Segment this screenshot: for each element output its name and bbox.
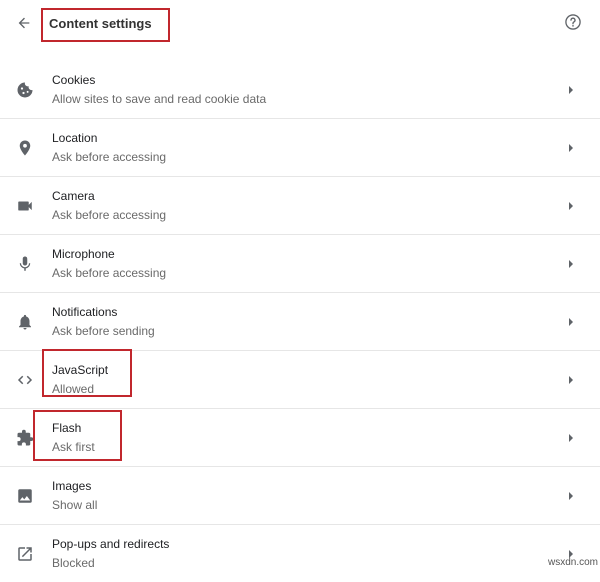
page-header: Content settings xyxy=(0,0,600,60)
help-button[interactable] xyxy=(563,12,583,32)
chevron-right-icon xyxy=(566,316,576,328)
setting-label: Flash xyxy=(52,421,82,435)
page-title: Content settings xyxy=(49,16,152,31)
settings-row-flash[interactable]: Flash Ask first xyxy=(0,409,600,467)
setting-sublabel: Allow sites to save and read cookie data xyxy=(52,92,267,106)
setting-label: Camera xyxy=(52,189,95,203)
settings-row-cookies[interactable]: Cookies Allow sites to save and read coo… xyxy=(0,61,600,119)
help-circle-icon xyxy=(565,14,581,30)
bell-icon xyxy=(15,312,35,332)
settings-row-javascript[interactable]: JavaScript Allowed xyxy=(0,351,600,409)
camera-icon xyxy=(15,196,35,216)
microphone-icon xyxy=(15,254,35,274)
settings-row-microphone[interactable]: Microphone Ask before accessing xyxy=(0,235,600,293)
settings-row-images[interactable]: Images Show all xyxy=(0,467,600,525)
setting-sublabel: Allowed xyxy=(52,382,95,396)
chevron-right-icon xyxy=(566,374,576,386)
setting-label: Cookies xyxy=(52,73,96,87)
settings-row-notifications[interactable]: Notifications Ask before sending xyxy=(0,293,600,351)
setting-sublabel: Show all xyxy=(52,498,98,512)
setting-label: Pop-ups and redirects xyxy=(52,537,170,551)
setting-sublabel: Ask first xyxy=(52,440,95,454)
setting-sublabel: Blocked xyxy=(52,556,95,570)
chevron-right-icon xyxy=(566,84,576,96)
settings-row-popups[interactable]: Pop-ups and redirects Blocked xyxy=(0,525,600,582)
chevron-right-icon xyxy=(566,490,576,502)
cookie-icon xyxy=(15,80,35,100)
watermark: wsxdn.com xyxy=(548,557,599,568)
setting-sublabel: Ask before sending xyxy=(52,324,155,338)
back-button[interactable] xyxy=(12,11,36,35)
chevron-right-icon xyxy=(566,432,576,444)
setting-label: Images xyxy=(52,479,92,493)
chevron-right-icon xyxy=(566,142,576,154)
image-icon xyxy=(15,486,35,506)
settings-row-camera[interactable]: Camera Ask before accessing xyxy=(0,177,600,235)
chevron-right-icon xyxy=(566,258,576,270)
location-pin-icon xyxy=(15,138,35,158)
settings-row-location[interactable]: Location Ask before accessing xyxy=(0,119,600,177)
puzzle-piece-icon xyxy=(15,428,35,448)
setting-label: JavaScript xyxy=(52,363,109,377)
setting-sublabel: Ask before accessing xyxy=(52,208,167,222)
code-icon xyxy=(15,370,35,390)
back-arrow-icon xyxy=(18,17,30,29)
settings-list: Cookies Allow sites to save and read coo… xyxy=(0,61,600,582)
external-link-icon xyxy=(15,544,35,564)
setting-label: Notifications xyxy=(52,305,118,319)
chevron-right-icon xyxy=(566,200,576,212)
setting-label: Location xyxy=(52,131,98,145)
setting-sublabel: Ask before accessing xyxy=(52,150,167,164)
setting-sublabel: Ask before accessing xyxy=(52,266,167,280)
setting-label: Microphone xyxy=(52,247,115,261)
